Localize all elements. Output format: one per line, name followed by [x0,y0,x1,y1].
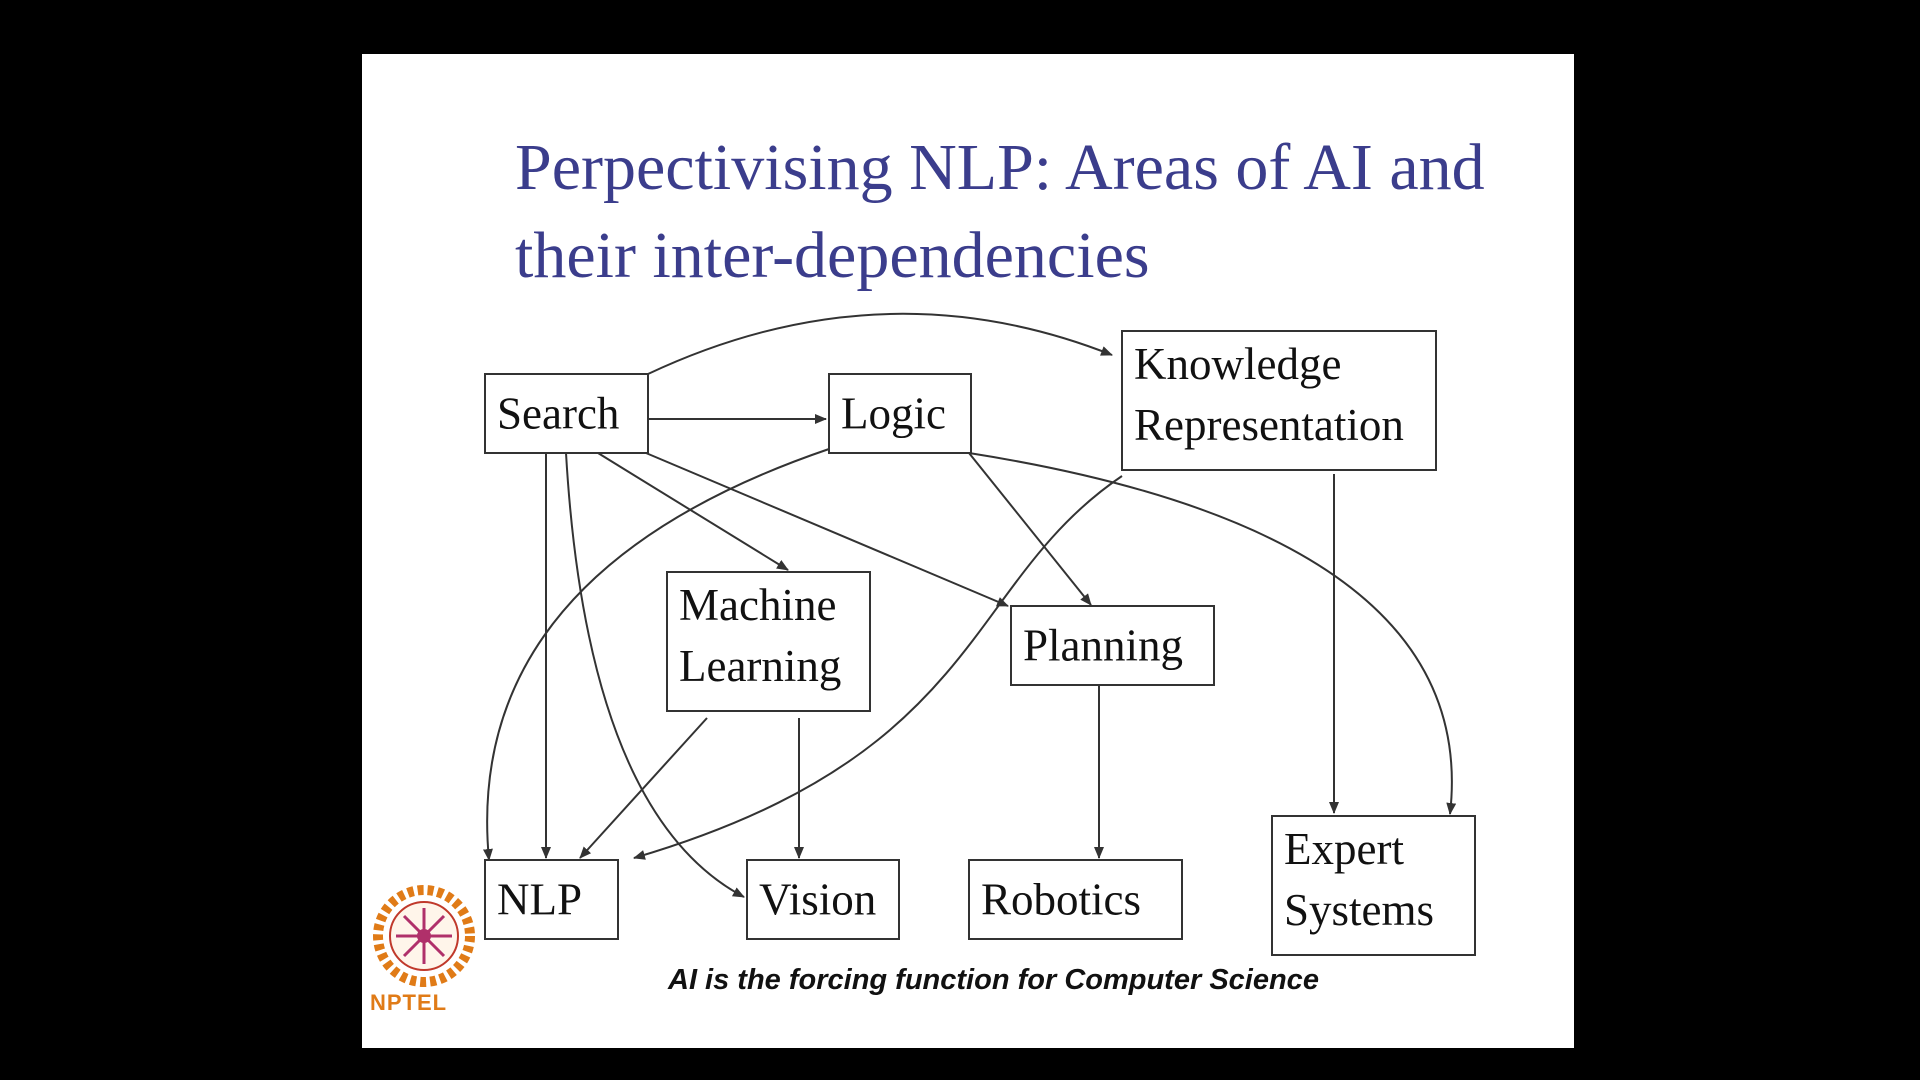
node-label-logic: Logic [841,389,946,439]
node-planning: Planning [1010,605,1215,686]
node-label-knowledge-representation: Representation [1134,400,1404,450]
dependency-diagram: Search Logic Knowledge Representation Machin… [482,312,1476,956]
node-machine-learning: Machine Learning [666,571,871,712]
node-nlp: NLP [484,859,619,940]
edge-search-to-knowledge-representation [647,312,1113,375]
node-robotics: Robotics [968,859,1183,940]
node-label-knowledge-representation: Knowledge [1134,339,1341,389]
nptel-emblem-icon [373,885,475,987]
node-label-planning: Planning [1023,621,1183,671]
node-label-expert-systems: Systems [1284,885,1434,935]
slide: Perpectivising NLP: Areas of AI and thei… [362,54,1574,1048]
node-label-vision: Vision [759,875,876,925]
edge-logic-to-planning [968,452,1092,606]
node-knowledge-representation: Knowledge Representation [1121,330,1437,471]
node-expert-systems: Expert Systems [1271,815,1476,956]
edge-machine-learning-to-nlp [579,717,708,859]
node-label-machine-learning: Learning [679,641,841,691]
node-search: Search [484,373,649,454]
node-label-machine-learning: Machine [679,580,836,630]
nodes-layer: Search Logic Knowledge Representation Machin… [484,330,1476,956]
nptel-logo-text: NPTEL [370,990,448,1015]
node-label-nlp: NLP [497,875,582,925]
node-vision: Vision [746,859,900,940]
node-label-robotics: Robotics [981,875,1141,925]
node-label-search: Search [497,389,619,439]
node-label-expert-systems: Expert [1284,824,1404,874]
footer-caption: AI is the forcing function for Computer … [668,964,1319,996]
node-logic: Logic [828,373,972,454]
